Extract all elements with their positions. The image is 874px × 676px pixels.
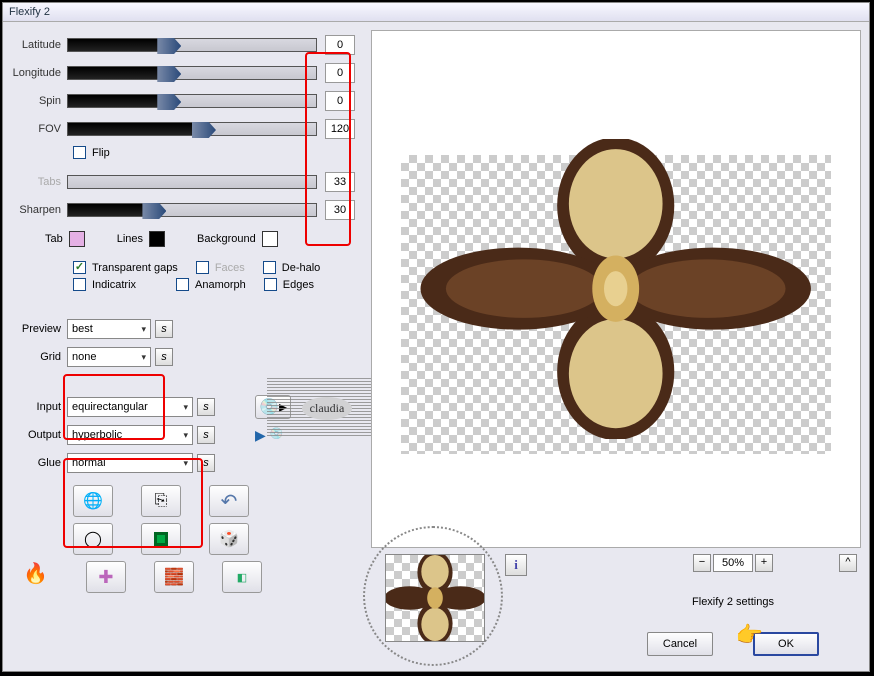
chevron-down-icon: ▾ [183, 430, 188, 441]
sharpen-label: Sharpen [11, 204, 67, 216]
undo-button[interactable]: ↶ [209, 485, 249, 517]
play-icon[interactable]: ▶ [255, 427, 266, 444]
lines-color-swatch[interactable] [149, 231, 165, 247]
preview-area[interactable] [371, 30, 861, 548]
globe-button[interactable]: 🌐 [73, 485, 113, 517]
tabs-label: Tabs [11, 176, 67, 188]
square-button[interactable] [141, 523, 181, 555]
dehalo-label: De-halo [282, 262, 321, 274]
indicatrix-label: Indicatrix [92, 279, 136, 291]
zoom-in-button[interactable]: + [755, 554, 773, 572]
grid-s-button[interactable]: s [155, 348, 173, 366]
grid-combo-label: Grid [11, 351, 67, 363]
chevron-down-icon: ▾ [141, 324, 146, 335]
zoom-value[interactable]: 50% [713, 554, 753, 572]
lines-color-label: Lines [117, 233, 143, 245]
background-color-label: Background [197, 233, 256, 245]
input-combo-label: Input [11, 401, 67, 413]
flip-label: Flip [92, 147, 110, 159]
tabs-slider [67, 175, 317, 189]
tabs-input[interactable] [325, 172, 355, 192]
tab-color-label: Tab [45, 233, 63, 245]
window-title: Flexify 2 [3, 3, 869, 22]
background-color-swatch[interactable] [262, 231, 278, 247]
latitude-label: Latitude [11, 39, 67, 51]
spin-label: Spin [11, 95, 67, 107]
input-combo[interactable]: equirectangular▾ [67, 397, 193, 417]
fov-input[interactable] [325, 119, 355, 139]
chevron-down-icon: ▾ [183, 458, 188, 469]
info-button[interactable]: i [505, 554, 527, 576]
edges-label: Edges [283, 279, 314, 291]
indicatrix-checkbox[interactable] [73, 278, 86, 291]
glue-combo-label: Glue [11, 457, 67, 469]
preview-combo[interactable]: best▾ [67, 319, 151, 339]
longitude-input[interactable] [325, 63, 355, 83]
chevron-down-icon: ▾ [183, 402, 188, 413]
fov-label: FOV [11, 123, 67, 135]
ring-button[interactable]: ◯ [73, 523, 113, 555]
latitude-slider[interactable] [67, 38, 317, 52]
anamorph-checkbox[interactable] [176, 278, 189, 291]
sharpen-input[interactable] [325, 200, 355, 220]
output-combo[interactable]: hyperbolic▾ [67, 425, 193, 445]
spin-input[interactable] [325, 91, 355, 111]
spin-slider[interactable] [67, 94, 317, 108]
zoom-out-button[interactable]: − [693, 554, 711, 572]
input-s-button[interactable]: s [197, 398, 215, 416]
cancel-button[interactable]: Cancel [647, 632, 713, 656]
fov-slider[interactable] [67, 122, 317, 136]
preview-image [401, 139, 830, 438]
faces-checkbox [196, 261, 209, 274]
output-s-button[interactable]: s [197, 426, 215, 444]
cube-button[interactable]: ◧ [222, 561, 262, 593]
copy-button[interactable]: ⎘ [141, 485, 181, 517]
tab-color-swatch[interactable] [69, 231, 85, 247]
pointing-hand-icon: 👉 [736, 622, 763, 648]
transparent-gaps-checkbox[interactable] [73, 261, 86, 274]
output-combo-label: Output [11, 429, 67, 441]
caret-button[interactable]: ^ [839, 554, 857, 572]
plus-shape-button[interactable]: ✚ [86, 561, 126, 593]
longitude-slider[interactable] [67, 66, 317, 80]
faces-label: Faces [215, 262, 245, 274]
glue-combo[interactable]: normal▾ [67, 453, 193, 473]
grid-combo[interactable]: none▾ [67, 347, 151, 367]
settings-text: Flexify 2 settings [692, 596, 774, 608]
chevron-down-icon: ▾ [141, 352, 146, 363]
watermark: claudia [267, 378, 387, 438]
dehalo-checkbox[interactable] [263, 261, 276, 274]
dice-button[interactable]: 🎲 [209, 523, 249, 555]
edges-checkbox[interactable] [264, 278, 277, 291]
brick-button[interactable]: 🧱 [154, 561, 194, 593]
thumbnail-preview[interactable] [385, 554, 485, 642]
longitude-label: Longitude [11, 67, 67, 79]
preview-combo-label: Preview [11, 323, 67, 335]
flame-icon[interactable]: 🔥 [23, 561, 48, 593]
latitude-input[interactable] [325, 35, 355, 55]
glue-s-button[interactable]: s [197, 454, 215, 472]
anamorph-label: Anamorph [195, 279, 246, 291]
preview-s-button[interactable]: s [155, 320, 173, 338]
transparent-gaps-label: Transparent gaps [92, 262, 178, 274]
sharpen-slider[interactable] [67, 203, 317, 217]
flip-checkbox[interactable] [73, 146, 86, 159]
